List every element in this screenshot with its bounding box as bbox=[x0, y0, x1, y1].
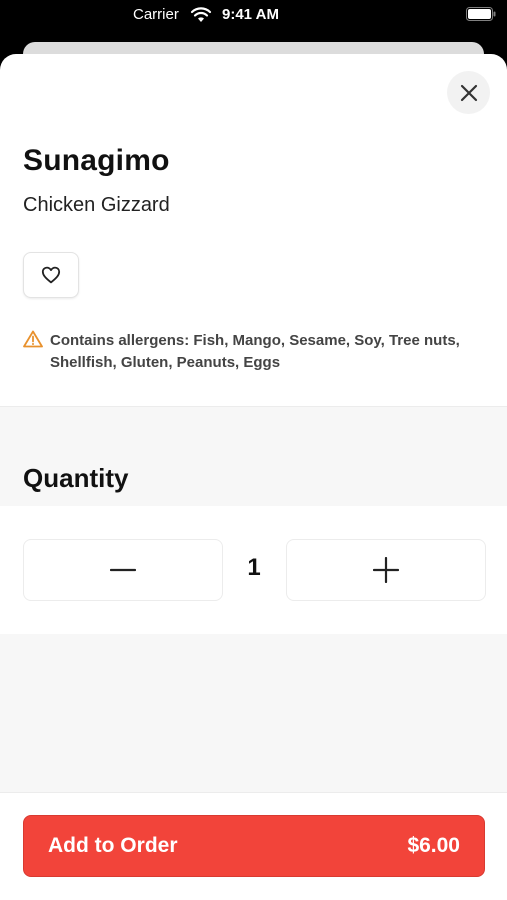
quantity-title: Quantity bbox=[23, 463, 129, 493]
add-to-order-button[interactable]: Add to Order $6.00 bbox=[23, 815, 485, 877]
battery-icon bbox=[466, 7, 496, 21]
allergen-text: Contains allergens: Fish, Mango, Sesame,… bbox=[50, 332, 460, 371]
quantity-section-header: Quantity bbox=[0, 406, 507, 507]
plus-icon bbox=[373, 557, 399, 583]
item-description: Chicken Gizzard bbox=[23, 194, 170, 216]
increment-button[interactable] bbox=[286, 539, 486, 601]
minus-icon bbox=[110, 568, 136, 572]
item-detail-sheet: Sunagimo Chicken Gizzard Contains allerg… bbox=[0, 54, 507, 900]
heart-icon bbox=[41, 266, 61, 284]
status-bar: Carrier 9:41 AM bbox=[0, 0, 507, 32]
favorite-button[interactable] bbox=[23, 252, 79, 298]
item-name: Sunagimo bbox=[23, 144, 170, 177]
quantity-value: 1 bbox=[247, 554, 261, 581]
quantity-stepper: 1 bbox=[0, 506, 507, 635]
wifi-icon bbox=[190, 7, 212, 22]
content-background bbox=[0, 634, 507, 792]
carrier-label: Carrier bbox=[133, 6, 179, 23]
allergen-notice: Contains allergens: Fish, Mango, Sesame,… bbox=[23, 330, 463, 374]
close-icon bbox=[460, 84, 477, 101]
add-to-order-label: Add to Order bbox=[48, 834, 178, 857]
warning-icon bbox=[23, 330, 43, 348]
order-price: $6.00 bbox=[407, 834, 460, 857]
close-button[interactable] bbox=[447, 71, 490, 114]
clock: 9:41 AM bbox=[222, 6, 279, 23]
decrement-button[interactable] bbox=[23, 539, 223, 601]
order-footer: Add to Order $6.00 bbox=[0, 792, 507, 900]
